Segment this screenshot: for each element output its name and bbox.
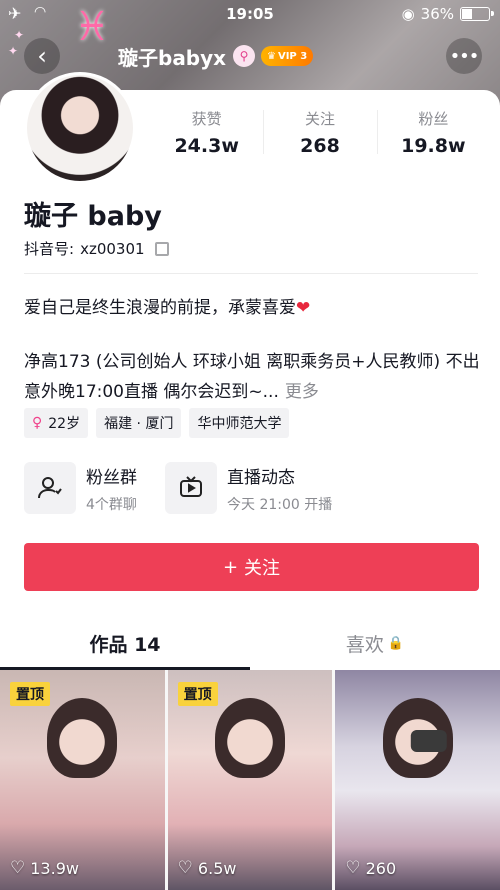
tab-label: 作品 14 (89, 633, 161, 656)
chevron-left-icon: ‹ (37, 42, 47, 70)
entry-subtitle: 4个群聊 (86, 496, 137, 513)
header-badges: ⚲ ♛ VIP 3 (233, 45, 314, 67)
like-count-value: 6.5w (197, 858, 237, 878)
entries-row: 粉丝群 4个群聊 直播动态 今天 21:00 开播 (24, 462, 332, 514)
live-tv-icon (165, 462, 217, 514)
video-grid: 置顶 ♡ 13.9w 置顶 ♡ 6.5w ♡ 260 (0, 670, 500, 890)
bio-line-1: 爱自己是终生浪漫的前提，承蒙喜爱❤ (24, 293, 310, 318)
pinned-badge: 置顶 (177, 682, 218, 706)
stat-followers[interactable]: 粉丝 19.8w (376, 108, 490, 157)
stat-likes[interactable]: 获赞 24.3w (150, 108, 263, 157)
profile-card: 获赞 24.3w 关注 268 粉丝 19.8w 璇子 baby 抖音号: xz… (0, 72, 500, 670)
sparkle-icon: ✦ (14, 28, 25, 42)
video-thumbnail[interactable]: 置顶 ♡ 6.5w (167, 670, 333, 890)
tag-label: 华中师范大学 (197, 416, 282, 432)
stats-row: 获赞 24.3w 关注 268 粉丝 19.8w (150, 108, 490, 157)
tag-location[interactable]: 福建 · 厦门 (96, 408, 182, 438)
thumbnail-image (47, 698, 118, 778)
pisces-sticker-icon: ♓ (74, 4, 110, 50)
bio-text: 爱自己是终生浪漫的前提，承蒙喜爱 (24, 298, 296, 318)
entry-fan-group[interactable]: 粉丝群 4个群聊 (24, 462, 137, 514)
like-count: ♡ 13.9w (10, 858, 79, 878)
vip-label: VIP 3 (277, 50, 308, 62)
like-count: ♡ 6.5w (178, 858, 237, 878)
stat-value: 24.3w (174, 135, 239, 157)
more-link[interactable]: 更多 (285, 382, 319, 402)
lock-icon: 🔒 (387, 635, 405, 651)
tags-row: ♀ 22岁 福建 · 厦门 华中师范大学 (24, 408, 290, 438)
stat-following[interactable]: 关注 268 (263, 108, 376, 157)
stat-value: 19.8w (401, 135, 466, 157)
tab-likes[interactable]: 喜欢 🔒 (250, 616, 500, 670)
video-thumbnail[interactable]: ♡ 260 (335, 670, 500, 890)
back-button[interactable]: ‹ (24, 38, 60, 74)
douyin-id-row: 抖音号: xz00301 (24, 238, 169, 259)
entry-subtitle: 今天 21:00 开播 (227, 496, 333, 513)
heart-icon: ❤ (296, 298, 311, 318)
copy-icon[interactable] (154, 241, 169, 256)
entry-live-updates[interactable]: 直播动态 今天 21:00 开播 (165, 462, 332, 514)
heart-outline-icon: ♡ (177, 858, 193, 878)
heart-outline-icon: ♡ (345, 858, 361, 878)
status-right: ◉ 36% (401, 5, 494, 23)
battery-icon (460, 7, 494, 21)
follow-label: 关注 (244, 558, 281, 579)
stat-label: 粉丝 (418, 110, 449, 128)
female-icon: ♀ (32, 415, 43, 431)
sparkle-icon: ✦ (8, 44, 19, 58)
douyin-id-label: 抖音号: (24, 240, 75, 258)
search-badge-icon[interactable]: ⚲ (233, 45, 255, 67)
more-options-button[interactable]: ••• (446, 38, 482, 74)
top-bar: ✦ ✦ ♓ ‹ 璇子babyx ⚲ ♛ VIP 3 ••• (0, 4, 500, 78)
battery-percent: 36% (420, 5, 454, 23)
stat-value: 268 (300, 135, 340, 157)
face-mask-shape (410, 730, 447, 752)
plus-icon: + (222, 556, 239, 578)
vip-badge[interactable]: ♛ VIP 3 (261, 46, 314, 66)
header-username: 璇子babyx (118, 46, 227, 70)
video-thumbnail[interactable]: 置顶 ♡ 13.9w (0, 670, 165, 890)
stat-label: 关注 (304, 110, 335, 128)
pinned-badge: 置顶 (10, 682, 50, 706)
stat-label: 获赞 (191, 110, 222, 128)
entry-title: 直播动态 (227, 467, 295, 488)
tab-works[interactable]: 作品 14 (0, 616, 250, 670)
douyin-id-value: xz00301 (80, 239, 145, 258)
like-count-value: 260 (365, 858, 397, 878)
avatar[interactable] (24, 72, 136, 184)
bio-text: 净高173 (公司创始人 环球小姐 离职乘务员+人民教师) 不出意外晚17:00… (24, 352, 480, 402)
thumbnail-image (215, 698, 285, 778)
divider (24, 273, 478, 274)
like-count: ♡ 260 (345, 858, 396, 878)
bio-line-2: 净高173 (公司创始人 环球小姐 离职乘务员+人民教师) 不出意外晚17:00… (24, 347, 484, 407)
fan-group-icon (24, 462, 76, 514)
follow-button[interactable]: + 关注 (24, 543, 479, 591)
like-count-value: 13.9w (30, 858, 79, 878)
entry-title: 粉丝群 (86, 467, 137, 488)
tag-label: 福建 · 厦门 (104, 416, 174, 432)
tag-age[interactable]: ♀ 22岁 (24, 408, 89, 438)
heart-outline-icon: ♡ (10, 858, 26, 878)
crown-icon: ♛ (267, 50, 276, 62)
content-tabs: 作品 14 喜欢 🔒 (0, 616, 500, 670)
tag-school[interactable]: 华中师范大学 (189, 408, 290, 438)
display-name: 璇子 baby (24, 201, 162, 232)
orientation-lock-icon: ◉ (401, 5, 415, 23)
tag-label: 22岁 (48, 416, 81, 432)
ellipsis-icon: ••• (449, 45, 480, 67)
tab-label: 喜欢 (345, 633, 384, 656)
